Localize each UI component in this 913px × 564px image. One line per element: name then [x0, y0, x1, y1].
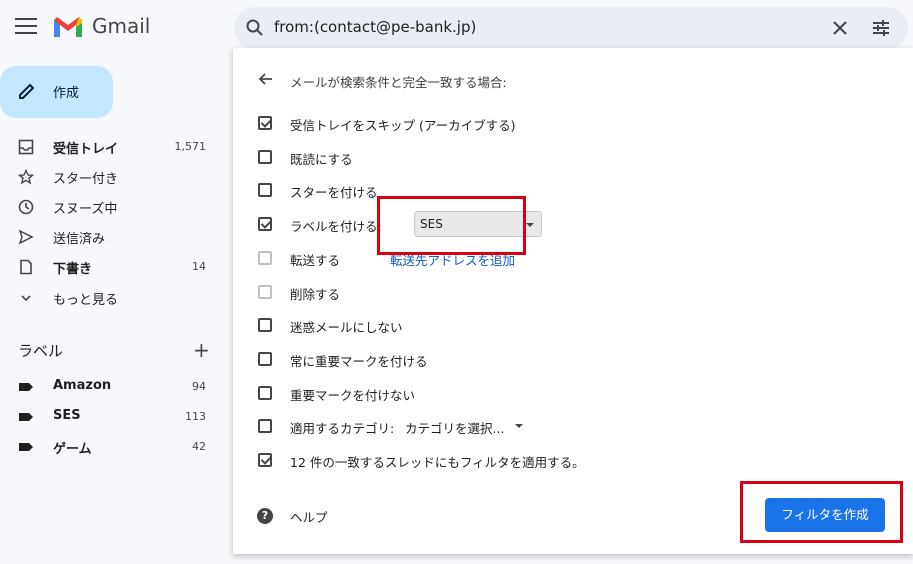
- option-mark-read[interactable]: 既読にする: [258, 146, 898, 170]
- pencil-icon: [19, 83, 35, 99]
- label-tag-icon: [19, 413, 33, 421]
- sidebar-item-label: スヌーズ中: [53, 202, 118, 217]
- checkbox[interactable]: [258, 453, 272, 467]
- option-label: 転送する: [290, 253, 341, 268]
- sidebar-label-name: SES: [53, 408, 81, 423]
- option-label: 重要マークを付けない: [290, 388, 416, 403]
- sidebar-item-label: 受信トレイ: [53, 142, 119, 157]
- checkbox[interactable]: [258, 419, 272, 433]
- option-label: 受信トレイをスキップ (アーカイブする): [290, 118, 516, 133]
- add-label-icon[interactable]: +: [193, 338, 210, 362]
- option-label: 適用するカテゴリ:: [290, 421, 395, 436]
- search-icon[interactable]: [245, 18, 265, 38]
- labels-heading: ラベル: [18, 342, 64, 360]
- filter-panel: メールが検索条件と完全一致する場合: 受信トレイをスキップ (アーカイブする) …: [233, 48, 913, 554]
- checkbox[interactable]: [258, 318, 272, 332]
- checkbox[interactable]: [258, 116, 272, 130]
- option-label: 常に重要マークを付ける: [290, 354, 428, 369]
- option-label: スターを付ける: [290, 185, 378, 200]
- category-select-value: カテゴリを選択...: [405, 421, 505, 436]
- draft-count: 14: [192, 260, 206, 273]
- sidebar-item-sent[interactable]: 送信済み: [0, 222, 220, 252]
- compose-label: 作成: [53, 86, 80, 101]
- unread-count: 1,571: [174, 140, 207, 153]
- category-select[interactable]: カテゴリを選択...: [405, 418, 523, 437]
- highlight-box-label-select: [377, 196, 526, 255]
- filter-title: メールが検索条件と完全一致する場合:: [290, 75, 507, 90]
- clock-icon: [18, 199, 34, 215]
- sidebar-item-label: スター付き: [53, 172, 119, 187]
- sidebar-item-starred[interactable]: スター付き: [0, 162, 220, 192]
- option-apply-existing[interactable]: 12 件の一致するスレッドにもフィルタを適用する。: [258, 449, 898, 473]
- star-icon: [18, 169, 34, 185]
- option-star[interactable]: スターを付ける: [258, 179, 898, 203]
- search-bar[interactable]: from:(contact@pe-bank.jp): [234, 7, 908, 49]
- checkbox[interactable]: [258, 251, 272, 265]
- gmail-logo-icon[interactable]: [53, 15, 83, 39]
- sidebar-label-amazon[interactable]: Amazon 94: [0, 372, 220, 402]
- option-forward[interactable]: 転送する 転送先アドレスを追加: [258, 247, 898, 271]
- checkbox[interactable]: [258, 183, 272, 197]
- option-label: ラベルを付ける:: [290, 219, 382, 234]
- option-always-important[interactable]: 常に重要マークを付ける: [258, 348, 898, 372]
- option-apply-label[interactable]: ラベルを付ける: SES: [258, 211, 898, 237]
- option-label: 迷惑メールにしない: [290, 320, 403, 335]
- sidebar-item-inbox[interactable]: 受信トレイ 1,571: [0, 132, 220, 162]
- checkbox[interactable]: [258, 150, 272, 164]
- search-input[interactable]: from:(contact@pe-bank.jp): [274, 18, 476, 36]
- main-menu-icon[interactable]: [15, 18, 37, 36]
- checkbox[interactable]: [258, 217, 272, 231]
- label-count: 94: [192, 380, 206, 393]
- option-label: 既読にする: [290, 152, 353, 167]
- option-category[interactable]: 適用するカテゴリ: カテゴリを選択...: [258, 415, 898, 439]
- help-icon[interactable]: ?: [257, 508, 273, 524]
- option-delete[interactable]: 削除する: [258, 281, 898, 305]
- sidebar-item-drafts[interactable]: 下書き 14: [0, 252, 220, 282]
- option-label: 12 件の一致するスレッドにもフィルタを適用する。: [290, 455, 585, 470]
- sidebar-item-label: 下書き: [53, 262, 93, 277]
- option-label: 削除する: [290, 287, 341, 302]
- label-count: 42: [192, 440, 206, 453]
- option-skip-inbox[interactable]: 受信トレイをスキップ (アーカイブする): [258, 112, 898, 136]
- sidebar-item-label: 送信済み: [53, 232, 106, 247]
- sidebar-label-game[interactable]: ゲーム 42: [0, 432, 220, 462]
- brand-name: Gmail: [92, 14, 151, 38]
- sidebar-label-ses[interactable]: SES 113: [0, 402, 220, 432]
- chevron-down-icon: [21, 295, 31, 302]
- sidebar-label-name: Amazon: [53, 378, 112, 393]
- checkbox[interactable]: [258, 386, 272, 400]
- highlight-box-create-button: [740, 481, 903, 543]
- sidebar-item-label: もっと見る: [53, 293, 119, 308]
- checkbox[interactable]: [258, 285, 272, 299]
- option-never-important[interactable]: 重要マークを付けない: [258, 382, 898, 406]
- inbox-icon: [18, 139, 34, 155]
- draft-icon: [20, 259, 32, 275]
- search-options-icon[interactable]: [871, 18, 891, 38]
- label-count: 113: [185, 410, 206, 423]
- back-arrow-icon[interactable]: [257, 70, 275, 88]
- sidebar-item-snoozed[interactable]: スヌーズ中: [0, 192, 220, 222]
- compose-button[interactable]: 作成: [0, 66, 113, 118]
- label-tag-icon: [19, 383, 33, 391]
- checkbox[interactable]: [258, 352, 272, 366]
- label-tag-icon: [19, 443, 33, 451]
- dropdown-arrow-icon: [515, 424, 523, 428]
- send-icon: [18, 229, 34, 245]
- sidebar-label-name: ゲーム: [53, 442, 92, 457]
- dropdown-arrow-icon: [526, 223, 534, 227]
- close-icon[interactable]: [830, 18, 850, 38]
- option-never-spam[interactable]: 迷惑メールにしない: [258, 314, 898, 338]
- sidebar-item-more[interactable]: もっと見る: [0, 283, 220, 313]
- help-link[interactable]: ヘルプ: [290, 507, 328, 526]
